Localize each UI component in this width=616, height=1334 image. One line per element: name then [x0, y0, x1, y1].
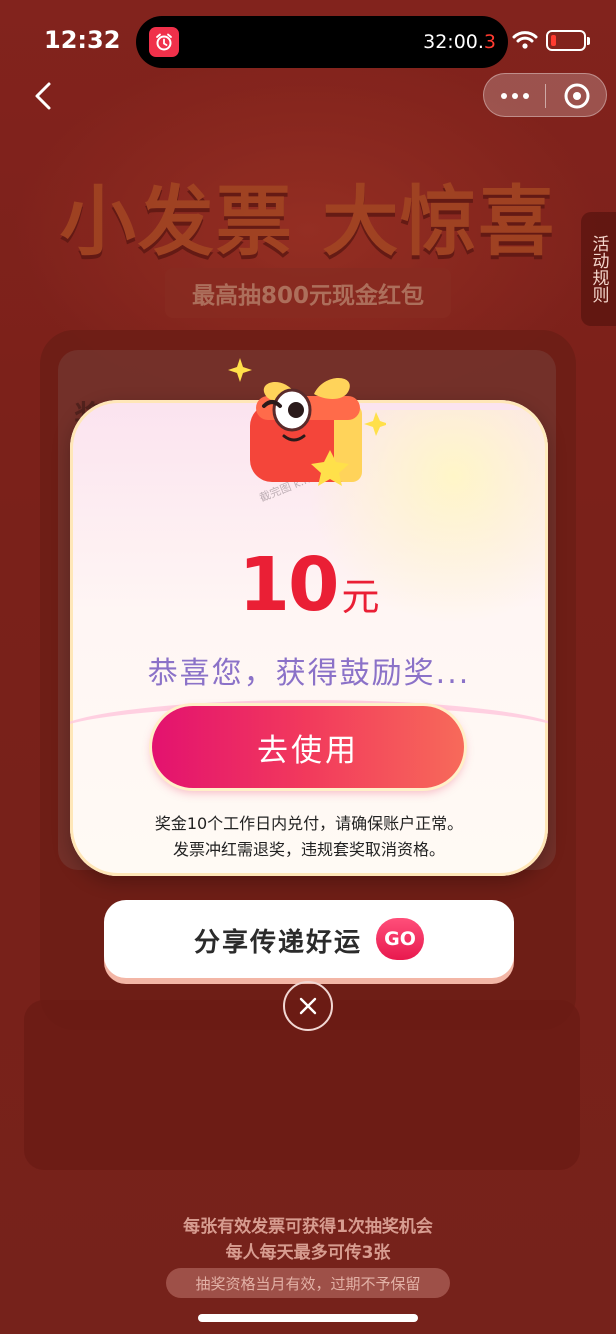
- close-mini-program-button[interactable]: [546, 74, 607, 118]
- status-time: 12:32: [44, 26, 121, 54]
- payout-note: 奖金10个工作日内兑付，请确保账户正常。: [154, 814, 464, 833]
- mini-program-capsule: [483, 73, 607, 117]
- wifi-icon: [512, 30, 538, 54]
- home-indicator: [198, 1314, 418, 1322]
- more-button[interactable]: [484, 74, 545, 118]
- timer-decimal: 3: [483, 31, 496, 53]
- close-button[interactable]: [283, 981, 333, 1031]
- go-badge: GO: [376, 918, 424, 960]
- congrats-text: 恭喜您，获得鼓励奖...: [147, 656, 471, 691]
- footer-line-1: 每张有效发票可获得1次抽奖机会: [183, 1217, 433, 1237]
- use-button[interactable]: 去使用: [152, 706, 464, 788]
- live-timer: 32:00.3: [423, 31, 496, 53]
- dynamic-island: 32:00.3: [136, 16, 508, 68]
- footer-pill: 抽奖资格当月有效，过期不予保留: [166, 1268, 450, 1298]
- footer-line-2: 每人每天最多可传3张: [225, 1243, 391, 1263]
- gift-box-mascot-icon: [228, 358, 386, 486]
- circle-close-icon: [564, 83, 589, 109]
- activity-rules-tab[interactable]: 活动规则: [581, 212, 616, 326]
- alarm-clock-icon: [149, 27, 179, 57]
- chevron-left-icon: [35, 82, 51, 110]
- prize-amount-value: 10: [238, 542, 340, 628]
- timer-main: 32:00.: [423, 31, 484, 53]
- share-label: 分享传递好运: [194, 928, 363, 958]
- refund-note: 发票冲红需退奖，违规套奖取消资格。: [172, 840, 445, 859]
- close-x-icon: [299, 997, 317, 1015]
- battery-low-icon: [546, 30, 590, 51]
- prize-amount: 10 元: [70, 542, 548, 628]
- prize-amount-unit: 元: [341, 575, 380, 619]
- back-button[interactable]: [26, 76, 62, 116]
- share-button[interactable]: 分享传递好运 GO: [104, 900, 514, 978]
